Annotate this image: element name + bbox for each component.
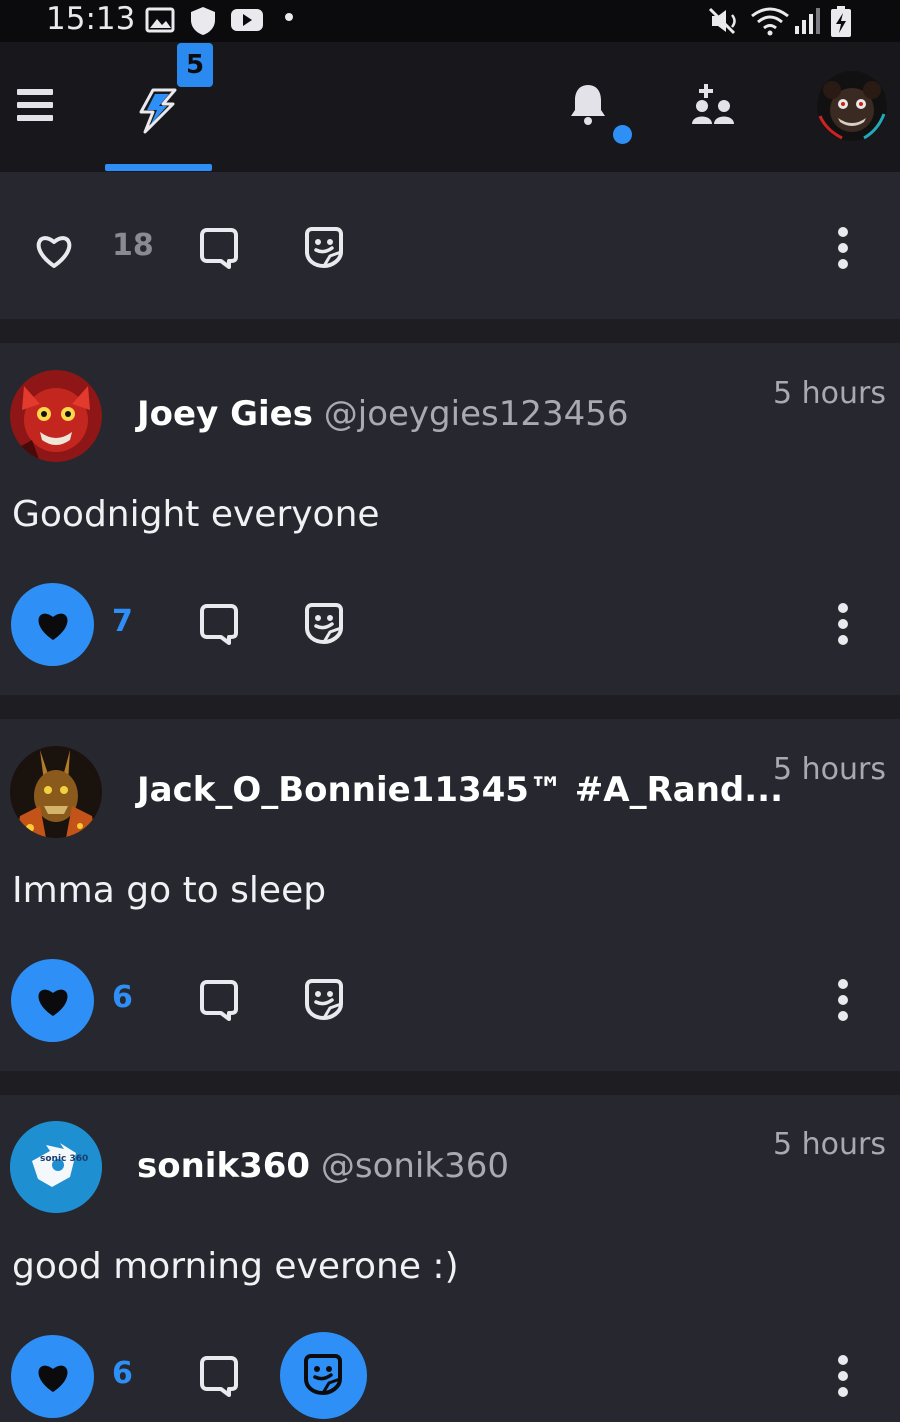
unread-dot <box>613 125 632 144</box>
comment-icon[interactable] <box>199 1355 239 1397</box>
post-text: Imma go to sleep <box>12 870 327 911</box>
sticker-button-active[interactable] <box>280 1332 367 1419</box>
more-options-icon[interactable] <box>835 1354 851 1398</box>
avatar[interactable] <box>10 370 102 462</box>
like-icon[interactable] <box>34 232 74 270</box>
image-icon <box>145 7 175 33</box>
add-friend-icon[interactable] <box>690 82 738 128</box>
feed-separator <box>0 1071 900 1095</box>
lightning-icon[interactable] <box>135 88 179 134</box>
more-options-icon[interactable] <box>835 978 851 1022</box>
profile-avatar[interactable] <box>816 70 888 142</box>
bell-icon[interactable] <box>568 82 608 126</box>
dot-icon <box>285 13 293 21</box>
liked-button[interactable] <box>11 583 94 666</box>
avatar-logo-text: sonic 360 <box>40 1154 88 1164</box>
sticker-icon <box>304 1354 342 1396</box>
post-author-line: Joey Gies @joeygies123456 <box>137 394 629 434</box>
notification-badge: 5 <box>177 43 213 87</box>
heart-filled-icon <box>38 1365 68 1392</box>
menu-icon[interactable] <box>16 87 54 123</box>
youtube-icon <box>231 9 263 31</box>
more-options-icon[interactable] <box>835 602 851 646</box>
signal-icon <box>795 8 820 34</box>
post-text: good morning everone :) <box>12 1246 459 1287</box>
shield-icon <box>191 7 215 35</box>
like-count: 18 <box>112 228 154 263</box>
comment-icon[interactable] <box>199 603 239 645</box>
author-name[interactable]: Joey Gies <box>137 394 313 434</box>
status-time: 15:13 <box>46 1 136 37</box>
sticker-icon[interactable] <box>304 602 344 646</box>
avatar[interactable]: sonic 360 <box>10 1121 102 1213</box>
liked-button[interactable] <box>11 959 94 1042</box>
avatar[interactable] <box>10 746 102 838</box>
like-count: 7 <box>112 604 133 639</box>
like-count: 6 <box>112 1356 133 1391</box>
comment-icon[interactable] <box>199 227 239 269</box>
like-count: 6 <box>112 980 133 1015</box>
battery-charging-icon <box>831 6 851 37</box>
feed-separator <box>0 319 900 343</box>
post-time: 5 hours <box>773 376 886 411</box>
active-tab-indicator <box>105 164 212 171</box>
heart-filled-icon <box>38 989 68 1016</box>
author-name[interactable]: sonik360 <box>137 1146 310 1186</box>
wifi-icon <box>751 7 789 36</box>
sticker-icon[interactable] <box>304 226 344 270</box>
more-options-icon[interactable] <box>835 226 851 270</box>
status-bar: 15:13 <box>0 0 900 42</box>
mute-icon <box>708 7 736 35</box>
sticker-icon[interactable] <box>304 978 344 1022</box>
comment-icon[interactable] <box>199 979 239 1021</box>
liked-button[interactable] <box>11 1335 94 1418</box>
post-author-line: sonik360 @sonik360 <box>137 1146 509 1186</box>
post-time: 5 hours <box>773 752 886 787</box>
author-name[interactable]: Jack_O_Bonnie11345™ #A_Rand... <box>137 770 783 810</box>
post-text: Goodnight everyone <box>12 494 380 535</box>
post-author-line: Jack_O_Bonnie11345™ #A_Rand... <box>137 770 783 810</box>
post-time: 5 hours <box>773 1127 886 1162</box>
author-handle[interactable]: @joeygies123456 <box>324 394 629 434</box>
author-handle[interactable]: @sonik360 <box>321 1146 509 1186</box>
feed-separator <box>0 695 900 719</box>
heart-filled-icon <box>38 613 68 640</box>
